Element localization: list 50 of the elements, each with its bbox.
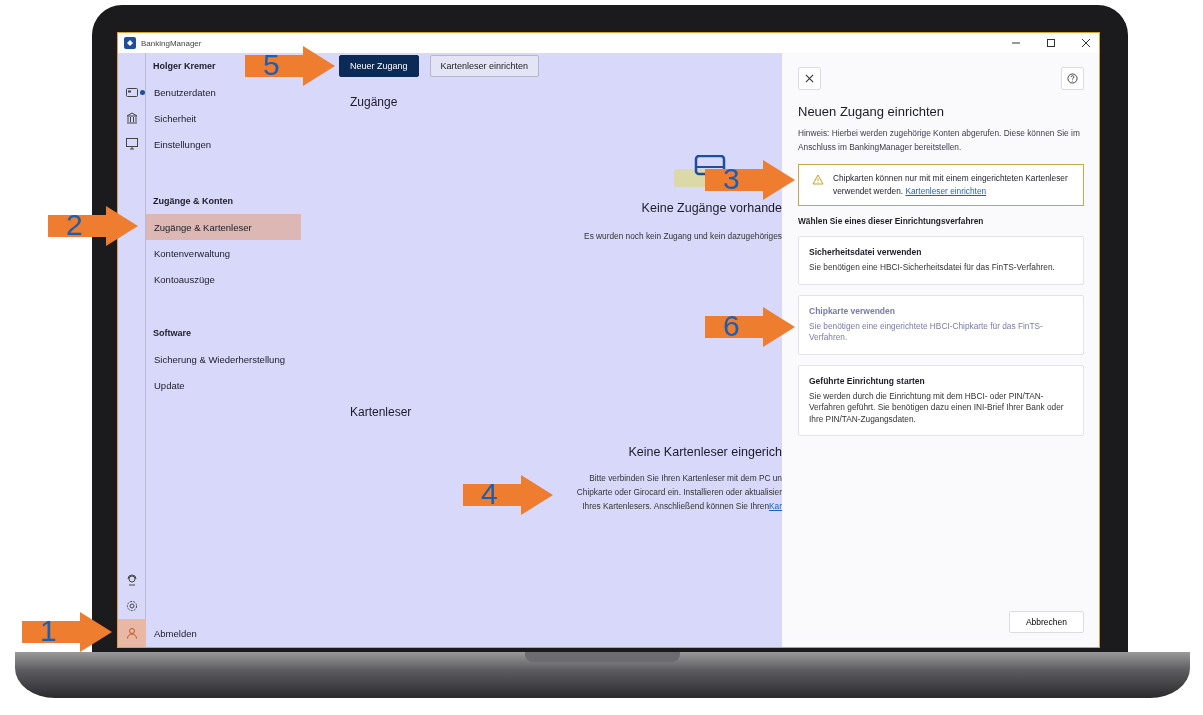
sidebar-item[interactable]: Sicherung & Wiederherstellung: [146, 346, 301, 372]
sidebar-item[interactable]: Kontoauszüge: [146, 266, 301, 292]
close-icon[interactable]: [1081, 38, 1091, 48]
section-heading: Software: [152, 327, 191, 340]
section-title: Zugänge: [350, 95, 399, 109]
toolbar-button[interactable]: Neuer Zugang: [339, 55, 419, 77]
callout-number: 2: [66, 208, 83, 242]
warning-text: Chipkarten können nur mit mit einem eingerichteten Kartenleser verwendet werden. Kartenleser einrichten: [833, 172, 1069, 198]
callout-number: 1: [40, 614, 57, 648]
empty-state-text: Es wurden noch kein Zugang und kein dazugehöriges: [584, 230, 782, 243]
warning-icon: [812, 174, 824, 185]
logout-item[interactable]: Abmelden: [146, 619, 301, 647]
sidebar-item[interactable]: Zugänge & Kartenleser: [146, 214, 301, 240]
support-icon[interactable]: [126, 574, 138, 586]
help-icon: [1067, 73, 1078, 84]
window-title: BankingManager: [141, 38, 202, 48]
callout-number: 6: [723, 309, 740, 343]
empty-state-title: Keine Kartenleser eingerich: [628, 445, 782, 459]
close-icon: [805, 74, 814, 83]
option-card[interactable]: Sicherheitsdatei verwenden Sie benötigen eine HBCI-Sicherheitsdatei für das FinTS-Verfahren.: [798, 236, 1084, 285]
help-button[interactable]: [1061, 67, 1084, 90]
section-heading: Zugänge & Konten: [152, 195, 233, 208]
setup-link[interactable]: Kar: [769, 501, 782, 511]
callout-number: 3: [723, 162, 740, 196]
sidebar-item[interactable]: Sicherheit: [146, 105, 301, 131]
maximize-icon[interactable]: [1046, 38, 1056, 48]
sidebar-item[interactable]: Einstellungen: [146, 131, 301, 157]
section-title: Kartenleser: [350, 405, 413, 419]
app-logo-icon: [124, 37, 136, 49]
panel-title: Neuen Zugang einrichten: [798, 104, 945, 119]
card-reader-link[interactable]: Kartenleser einrichten: [905, 186, 987, 196]
id-card-icon[interactable]: [126, 87, 138, 97]
sidebar-item[interactable]: Benutzerdaten: [146, 79, 301, 105]
callout-number: 4: [481, 477, 498, 511]
toolbar-button[interactable]: Kartenleser einrichten: [429, 55, 540, 77]
close-button[interactable]: [798, 67, 821, 90]
cancel-button[interactable]: Abbrechen: [1008, 611, 1084, 633]
hint-text: Hinweis: Hierbei werden zugehörige Konten abgerufen. Diese können Sie im Anschluss im BankingManager bereitstellen.: [798, 127, 1081, 154]
empty-state-title: Keine Zugänge vorhande: [641, 201, 782, 215]
empty-state-text: Bitte verbinden Sie Ihren Kartenleser mit dem PC un Chipkarte oder Girocard ein. Installieren oder aktualisier Ihres Kartenlesers. Anschließend können Sie IhrenKar: [576, 472, 782, 513]
options-heading: Wählen Sie eines dieser Einrichtungsverfahren: [798, 216, 985, 226]
sidebar-item[interactable]: Kontenverwaltung: [146, 240, 301, 266]
callout-number: 5: [263, 48, 280, 82]
section-heading: Holger Kremer: [152, 60, 216, 73]
user-icon: [126, 627, 138, 639]
settings-icon[interactable]: [126, 600, 138, 612]
option-card[interactable]: Geführte Einrichtung starten Sie werden durch die Einrichtung mit dem HBCI- oder PIN/TAN-Verfahren geführt. Sie benötigen dazu einen INI-Brief Ihrer Bank oder Ihre PIN/TAN-Zugangsdaten.: [798, 364, 1084, 436]
sidebar-item[interactable]: Update: [146, 372, 301, 398]
bank-icon[interactable]: [126, 112, 138, 124]
monitor-icon[interactable]: [126, 138, 138, 150]
